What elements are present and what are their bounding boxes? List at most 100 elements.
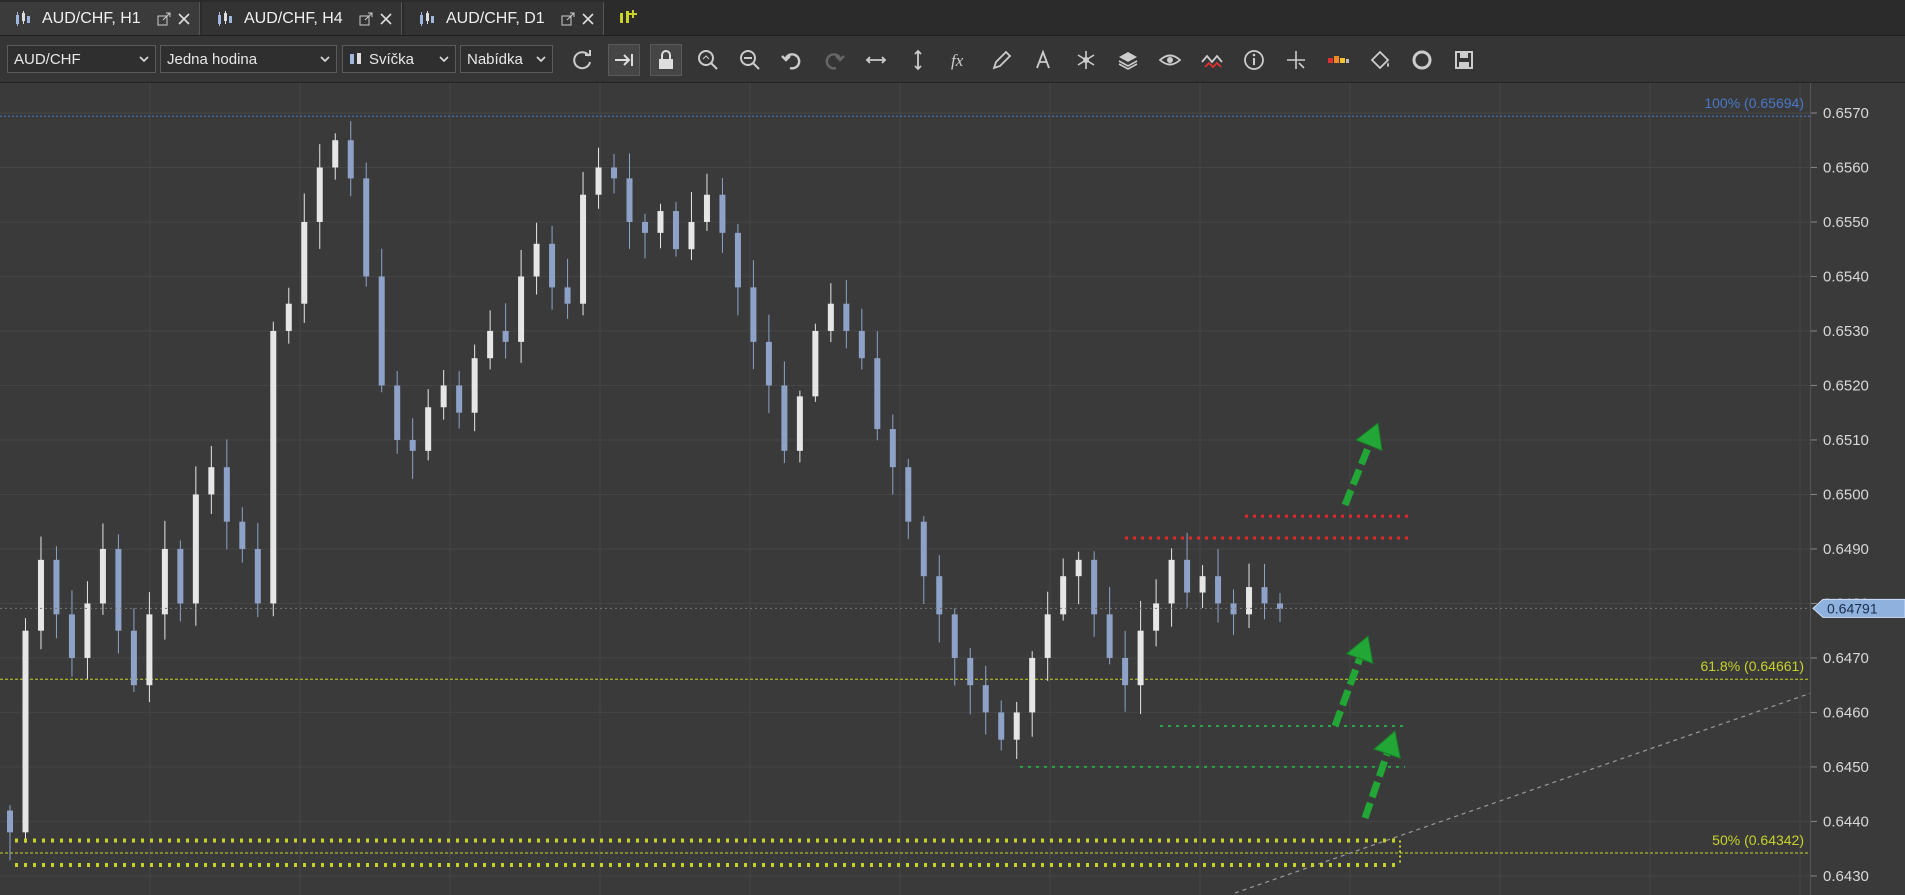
candle <box>332 133 339 180</box>
lock-button[interactable] <box>650 44 682 76</box>
candle-body <box>1029 657 1036 713</box>
candlestick-icon <box>420 10 434 26</box>
tab-audchf-d1[interactable]: AUD/CHF, D1 <box>404 2 604 35</box>
candle <box>1106 586 1113 665</box>
info-button[interactable] <box>1238 44 1270 76</box>
visibility-button[interactable] <box>1154 44 1186 76</box>
candle-body <box>719 194 726 233</box>
fib-level-label: 100% (0.65694) <box>1704 95 1804 111</box>
candle <box>518 249 525 363</box>
indicator-button[interactable]: fx <box>944 44 976 76</box>
candle <box>688 192 695 261</box>
bullish-arrow <box>1361 730 1402 820</box>
crosshair-icon <box>1287 51 1305 69</box>
autoscroll-button[interactable] <box>608 44 640 76</box>
axis-tick-label: 0.6460 <box>1823 704 1869 721</box>
candle <box>208 445 215 515</box>
autoscroll-icon <box>615 54 633 66</box>
pencil-icon <box>992 50 1012 70</box>
candle-body <box>1137 630 1144 686</box>
redo-icon <box>825 53 845 70</box>
candle <box>1091 551 1098 637</box>
candle <box>1230 589 1237 636</box>
eye-icon <box>1158 54 1182 66</box>
axis-tick-label: 0.6560 <box>1823 159 1869 176</box>
signal-button[interactable] <box>1196 44 1228 76</box>
candle <box>285 287 292 344</box>
candle <box>347 121 354 197</box>
price-axis[interactable]: 0.6570 0.6560 0.6550 0.6540 0.6530 0.6520 0.65… <box>1810 83 1905 895</box>
candle-body <box>1168 559 1175 604</box>
zoom-out-button[interactable] <box>734 44 766 76</box>
candle-body <box>1261 587 1268 604</box>
chart-type-value: Svíčka <box>369 50 415 68</box>
candle <box>270 321 277 617</box>
candlestick-icon <box>218 10 232 26</box>
candle-body <box>471 358 478 413</box>
candle <box>394 371 401 454</box>
redo-button[interactable] <box>818 44 850 76</box>
candle <box>982 665 989 735</box>
add-chart-icon[interactable] <box>617 7 639 29</box>
candle-body <box>440 385 447 408</box>
refresh-icon <box>573 50 591 70</box>
settings-button[interactable] <box>1406 44 1438 76</box>
vertical-scale-button[interactable] <box>902 44 934 76</box>
tab-audchf-h4[interactable]: AUD/CHF, H4 <box>202 2 402 35</box>
popout-icon[interactable] <box>359 12 373 26</box>
chart-area[interactable]: 100% (0.65694) 61.8% (0.64661) 50% (0.6434… <box>0 83 1810 895</box>
zoom-out-icon <box>740 50 760 70</box>
symbol-select[interactable]: AUD/CHF <box>7 45 156 73</box>
candle <box>936 555 943 643</box>
objects-button[interactable] <box>1070 44 1102 76</box>
candle-body <box>84 603 91 658</box>
chart-type-select[interactable]: Svíčka <box>342 45 456 73</box>
candle-body <box>1246 587 1253 615</box>
axis-tick-label: 0.6430 <box>1823 868 1869 885</box>
text-tool-button[interactable] <box>1028 44 1060 76</box>
candle-body <box>409 439 416 451</box>
refresh-button[interactable] <box>566 44 598 76</box>
candle-body <box>688 221 695 250</box>
candle-body <box>270 330 277 604</box>
candle <box>843 280 850 349</box>
price-chart[interactable]: 100% (0.65694) 61.8% (0.64661) 50% (0.6434… <box>0 83 1810 895</box>
close-icon[interactable] <box>379 12 393 26</box>
candle <box>812 323 819 402</box>
horizontal-scale-button[interactable] <box>860 44 892 76</box>
timeframe-select[interactable]: Jedna hodina <box>160 45 337 73</box>
candle <box>254 522 261 618</box>
candle-body <box>672 211 679 250</box>
price-type-select[interactable]: Nabídka <box>460 45 553 73</box>
axis-tick-label: 0.6530 <box>1823 323 1869 340</box>
close-icon[interactable] <box>177 12 191 26</box>
candle-body <box>642 221 648 233</box>
zoom-in-button[interactable] <box>692 44 724 76</box>
candle <box>115 534 122 654</box>
tab-audchf-h1[interactable]: AUD/CHF, H1 <box>0 2 200 35</box>
candle-body <box>332 140 339 168</box>
axis-tick-label: 0.6510 <box>1823 432 1869 449</box>
close-icon[interactable] <box>581 12 595 26</box>
candle <box>378 248 385 393</box>
pencil-button[interactable] <box>986 44 1018 76</box>
popout-icon[interactable] <box>561 12 575 26</box>
layers-button[interactable] <box>1112 44 1144 76</box>
candle <box>889 414 896 495</box>
candle <box>765 314 772 414</box>
heatmap-button[interactable] <box>1322 44 1354 76</box>
paint-button[interactable] <box>1364 44 1396 76</box>
candle-body <box>595 167 602 195</box>
axis-tick-label: 0.6500 <box>1823 486 1869 503</box>
candle <box>177 540 184 622</box>
save-button[interactable] <box>1448 44 1480 76</box>
candle <box>84 581 91 679</box>
candle-body <box>549 243 556 288</box>
candle-body <box>951 614 958 658</box>
candle <box>905 458 912 540</box>
crosshair-button[interactable] <box>1280 44 1312 76</box>
candle <box>1277 593 1283 622</box>
undo-button[interactable] <box>776 44 808 76</box>
candle-body <box>161 548 168 615</box>
popout-icon[interactable] <box>157 12 171 26</box>
